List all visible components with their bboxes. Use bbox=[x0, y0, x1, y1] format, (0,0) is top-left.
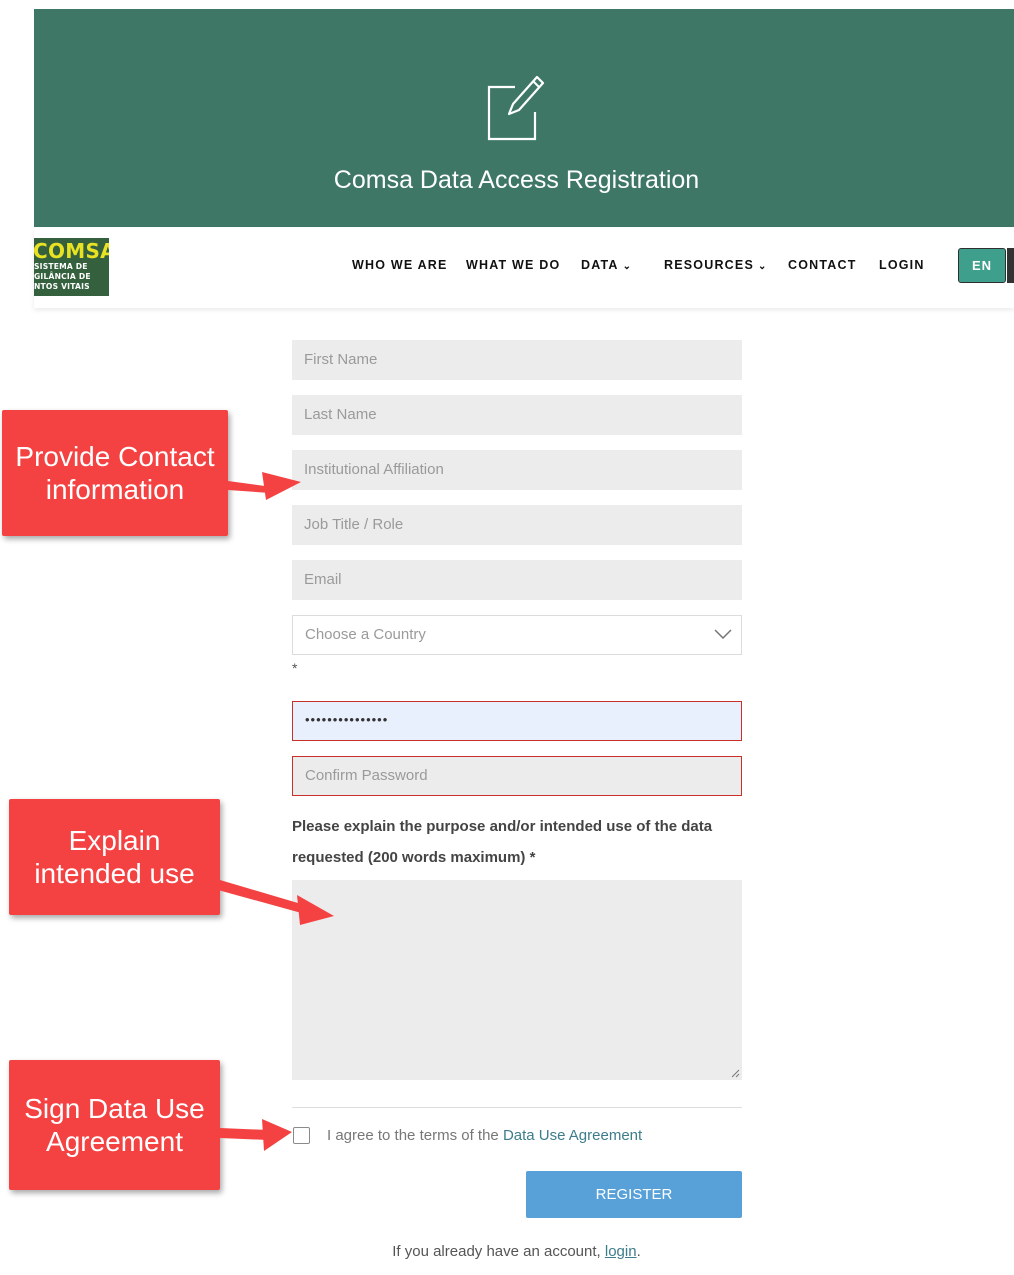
nav-who-we-are-label: WHO WE ARE bbox=[352, 258, 448, 272]
affiliation-input[interactable]: Institutional Affiliation bbox=[292, 450, 742, 490]
agree-checkbox[interactable] bbox=[293, 1127, 310, 1144]
logo-brand: COMSA bbox=[34, 239, 109, 263]
country-select[interactable]: Choose a Country bbox=[292, 615, 742, 655]
purpose-textarea[interactable] bbox=[292, 880, 742, 1080]
edit-icon bbox=[487, 75, 545, 141]
purpose-label: Please explain the purpose and/or intend… bbox=[292, 818, 713, 866]
chevron-down-icon: ⌄ bbox=[622, 261, 632, 272]
page-title: Comsa Data Access Registration bbox=[333, 166, 700, 194]
nav-contact-label: CONTACT bbox=[788, 258, 857, 272]
language-button[interactable]: EN bbox=[958, 248, 1006, 283]
language-button-edge bbox=[1007, 248, 1014, 283]
country-required-marker: * bbox=[292, 660, 298, 676]
chevron-down-icon: ⌄ bbox=[757, 261, 767, 272]
confirm-password-input[interactable]: Confirm Password bbox=[292, 756, 742, 796]
login-suffix: . bbox=[636, 1243, 641, 1260]
callout-intended-use: Explain intended use bbox=[9, 799, 220, 915]
logo-line-1: SISTEMA DE bbox=[34, 262, 88, 271]
nav-resources[interactable]: RESOURCES ⌄ bbox=[664, 258, 766, 272]
resize-grip-icon[interactable] bbox=[730, 1068, 740, 1078]
callout-contact-text: Provide Contact information bbox=[15, 441, 215, 505]
nav-contact[interactable]: CONTACT bbox=[788, 258, 857, 272]
agree-label: I agree to the terms of the Data Use Agr… bbox=[327, 1127, 642, 1144]
nav-data-label: DATA bbox=[581, 258, 619, 272]
arrow-contact bbox=[228, 472, 301, 500]
divider bbox=[292, 1107, 742, 1108]
agree-text: I agree to the terms of the bbox=[327, 1127, 503, 1144]
nav-what-we-do-label: WHAT WE DO bbox=[466, 258, 561, 272]
callout-intended-use-text: Explain intended use bbox=[34, 825, 195, 889]
nav-data[interactable]: DATA ⌄ bbox=[581, 258, 631, 272]
callout-agreement: Sign Data Use Agreement bbox=[9, 1060, 220, 1190]
page: Comsa Data Access Registration COMSA SIS… bbox=[0, 0, 1014, 1275]
arrow-agreement bbox=[220, 1119, 292, 1151]
nav-who-we-are[interactable]: WHO WE ARE bbox=[352, 258, 448, 272]
nav-resources-label: RESOURCES bbox=[664, 258, 754, 272]
password-input[interactable]: ••••••••••••••• bbox=[292, 701, 742, 741]
register-button[interactable]: REGISTER bbox=[526, 1171, 742, 1218]
comsa-logo[interactable]: COMSA SISTEMA DE GILÂNCIA DE NTOS VITAIS bbox=[34, 238, 109, 296]
login-prompt: If you already have an account, login. bbox=[0, 1243, 1014, 1260]
login-prompt-text: If you already have an account, bbox=[392, 1243, 605, 1260]
email-input[interactable]: Email bbox=[292, 560, 742, 600]
last-name-input[interactable]: Last Name bbox=[292, 395, 742, 435]
job-title-input[interactable]: Job Title / Role bbox=[292, 505, 742, 545]
hero-banner: Comsa Data Access Registration bbox=[34, 9, 1014, 227]
navbar: COMSA SISTEMA DE GILÂNCIA DE NTOS VITAIS… bbox=[34, 228, 1014, 308]
nav-what-we-do[interactable]: WHAT WE DO bbox=[466, 258, 560, 272]
nav-login[interactable]: LOGIN bbox=[879, 258, 925, 272]
chevron-down-icon bbox=[714, 629, 732, 639]
logo-line-2: GILÂNCIA DE bbox=[34, 272, 91, 281]
login-link[interactable]: login bbox=[605, 1243, 637, 1260]
logo-line-3: NTOS VITAIS bbox=[34, 282, 90, 291]
nav-login-label: LOGIN bbox=[879, 258, 925, 272]
callout-contact: Provide Contact information bbox=[2, 410, 228, 536]
country-select-value: Choose a Country bbox=[305, 626, 426, 643]
first-name-input[interactable]: First Name bbox=[292, 340, 742, 380]
data-use-agreement-link[interactable]: Data Use Agreement bbox=[503, 1127, 642, 1144]
callout-agreement-text: Sign Data Use Agreement bbox=[24, 1093, 205, 1157]
